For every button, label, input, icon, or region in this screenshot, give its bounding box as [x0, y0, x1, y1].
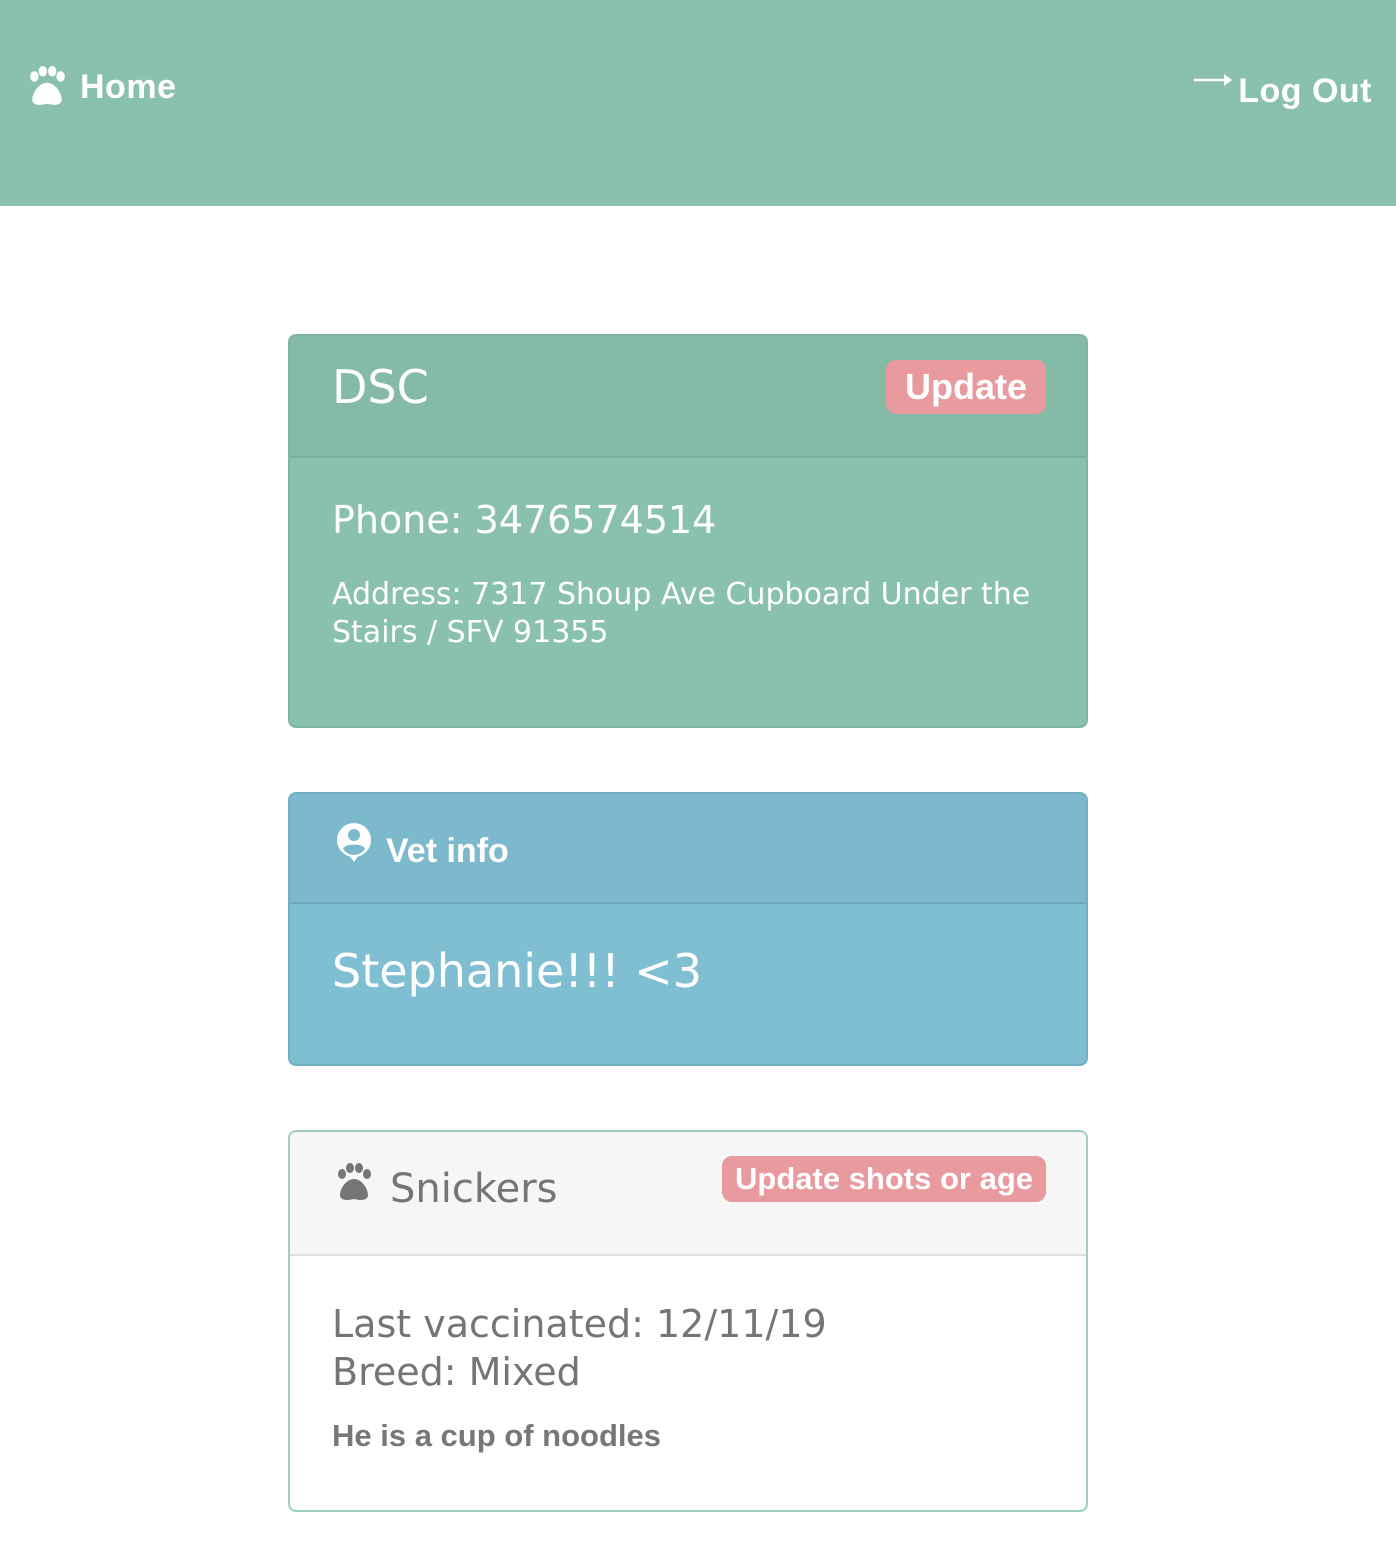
- pet-breed: Breed: Mixed: [332, 1350, 581, 1394]
- arrow-right-icon: [1194, 74, 1233, 86]
- pet-notes: He is a cup of noodles: [332, 1418, 661, 1453]
- logout-link[interactable]: Log Out: [1192, 66, 1372, 116]
- update-shots-button[interactable]: Update shots or age: [722, 1156, 1046, 1202]
- vet-name: Stephanie!!! <3: [332, 944, 703, 998]
- pet-last-vaccinated: Last vaccinated: 12/11/19: [332, 1302, 827, 1346]
- home-link[interactable]: Home: [26, 62, 176, 112]
- pet-card: Snickers Update shots or age Last vaccin…: [288, 1130, 1088, 1512]
- vet-info-label: Vet info: [386, 832, 509, 870]
- paw-icon: [30, 66, 65, 105]
- organization-address: Address: 7317 Shoup Ave Cupboard Under t…: [332, 577, 1031, 650]
- organization-phone: Phone: 3476574514: [332, 498, 717, 542]
- pet-card-header: Snickers Update shots or age: [290, 1132, 1086, 1256]
- logout-link-label: Log Out: [1238, 71, 1372, 110]
- update-button[interactable]: Update: [886, 360, 1046, 414]
- organization-name: DSC: [332, 360, 429, 414]
- person-pin-icon: [337, 823, 371, 862]
- vet-info-card-header: Vet info: [290, 794, 1086, 904]
- home-link-label: Home: [80, 67, 177, 106]
- organization-card-header: DSC Update: [290, 336, 1086, 458]
- vet-info-card: Vet info Stephanie!!! <3: [288, 792, 1088, 1066]
- pet-name: Snickers: [390, 1166, 558, 1212]
- navbar: Home Log Out: [0, 0, 1396, 206]
- paw-icon: [338, 1163, 371, 1200]
- organization-card: DSC Update Phone: 3476574514 Address: 73…: [288, 334, 1088, 728]
